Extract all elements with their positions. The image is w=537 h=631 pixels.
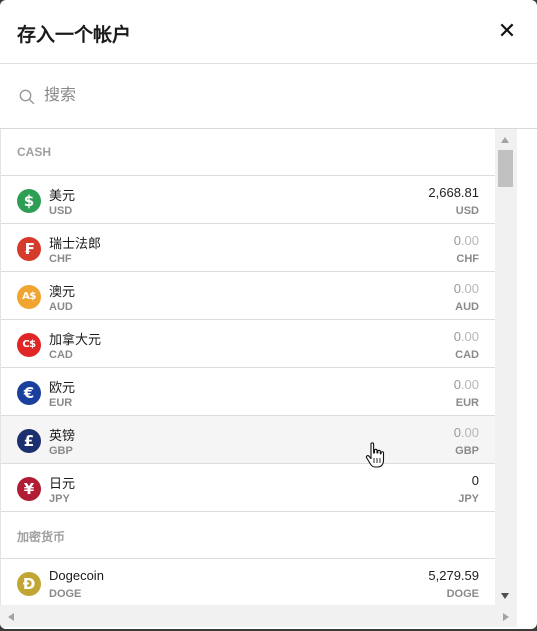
account-name: 澳元 xyxy=(49,284,76,299)
deposit-account-dialog: 存入一个帐户 ✕ CASH $ 美元 USD 2,668.81 USD ₣ 瑞士法郎 CHF 0.… xyxy=(0,0,537,629)
account-row-eur[interactable]: € 欧元 EUR 0.00 EUR xyxy=(1,368,495,416)
balance-integer: 5,279.59 xyxy=(428,568,479,583)
balance-integer: 0 xyxy=(453,377,461,392)
section-header: CASH xyxy=(1,129,495,176)
balance-integer: 0 xyxy=(453,329,461,344)
scroll-up-arrow-icon[interactable] xyxy=(500,136,510,144)
account-row-usd[interactable]: $ 美元 USD 2,668.81 USD xyxy=(1,176,495,224)
close-icon[interactable]: ✕ xyxy=(497,20,517,42)
balance-currency: CAD xyxy=(455,349,479,361)
dollar-icon: $ xyxy=(17,189,41,213)
euro-icon: € xyxy=(17,381,41,405)
account-balance: 0 xyxy=(472,473,479,488)
balance-integer: 0 xyxy=(453,281,461,296)
account-name: 日元 xyxy=(49,476,76,491)
account-balance: 0.00 xyxy=(454,281,479,296)
balance-currency: DOGE xyxy=(446,588,479,600)
account-balance: 0.00 xyxy=(454,329,479,344)
balance-decimals: .00 xyxy=(460,281,479,296)
search-icon xyxy=(19,89,35,105)
vertical-scroll-thumb[interactable] xyxy=(498,150,513,187)
account-row-gbp[interactable]: £ 英镑 GBP 0.00 GBP xyxy=(1,416,495,464)
account-code: JPY xyxy=(49,493,70,505)
balance-decimals: .00 xyxy=(460,377,479,392)
pound-icon: £ xyxy=(17,429,41,453)
scroll-left-arrow-icon[interactable] xyxy=(7,612,15,622)
balance-decimals: .00 xyxy=(460,329,479,344)
hand-pointer-cursor-icon xyxy=(365,442,385,468)
balance-integer: 0 xyxy=(453,233,461,248)
balance-currency: AUD xyxy=(455,301,479,313)
section-header: 加密货币 xyxy=(1,512,495,559)
balance-integer: 2,668.81 xyxy=(428,185,479,200)
horizontal-scrollbar[interactable] xyxy=(0,605,517,627)
account-code: EUR xyxy=(49,397,73,409)
account-balance: 0.00 xyxy=(454,377,479,392)
balance-decimals: .00 xyxy=(460,425,479,440)
account-name: 瑞士法郎 xyxy=(49,236,102,251)
balance-currency: USD xyxy=(455,205,479,217)
dogecoin-icon: Ð xyxy=(17,572,41,596)
vertical-scrollbar[interactable] xyxy=(495,129,517,605)
account-name: 美元 xyxy=(49,188,76,203)
dialog-header: 存入一个帐户 ✕ xyxy=(0,0,537,64)
account-row-doge[interactable]: Ð Dogecoin DOGE 5,279.59 DOGE xyxy=(1,559,495,605)
account-name: 英镑 xyxy=(49,428,76,443)
account-code: GBP xyxy=(49,445,73,457)
account-balance: 0.00 xyxy=(454,233,479,248)
franc-icon: ₣ xyxy=(17,237,41,261)
account-name: 欧元 xyxy=(49,380,76,395)
account-row-jpy[interactable]: ¥ 日元 JPY 0 JPY xyxy=(1,464,495,512)
account-balance: 2,668.81 xyxy=(428,185,479,200)
account-code: AUD xyxy=(49,301,73,313)
account-balance: 5,279.59 xyxy=(428,568,479,583)
balance-currency: EUR xyxy=(455,397,479,409)
balance-integer: 0 xyxy=(453,425,461,440)
account-code: USD xyxy=(49,205,73,217)
search-bar xyxy=(0,64,537,129)
balance-integer: 0 xyxy=(471,473,479,488)
account-code: CAD xyxy=(49,349,73,361)
balance-decimals: .00 xyxy=(460,233,479,248)
account-code: CHF xyxy=(49,253,72,265)
search-input[interactable] xyxy=(44,84,504,108)
balance-currency: GBP xyxy=(455,445,479,457)
scroll-right-arrow-icon[interactable] xyxy=(502,612,510,622)
dialog-title: 存入一个帐户 xyxy=(17,25,132,46)
account-row-cad[interactable]: C$ 加拿大元 CAD 0.00 CAD xyxy=(1,320,495,368)
balance-currency: JPY xyxy=(458,493,479,505)
balance-currency: CHF xyxy=(456,253,479,265)
account-name: Dogecoin xyxy=(49,568,104,583)
account-row-aud[interactable]: A$ 澳元 AUD 0.00 AUD xyxy=(1,272,495,320)
account-list[interactable]: CASH $ 美元 USD 2,668.81 USD ₣ 瑞士法郎 CHF 0.00 CHF A$ 澳元… xyxy=(0,129,495,605)
account-code: DOGE xyxy=(49,588,82,600)
account-balance: 0.00 xyxy=(454,425,479,440)
scroll-down-arrow-icon[interactable] xyxy=(500,592,510,600)
cad-icon: C$ xyxy=(17,333,41,357)
aud-icon: A$ xyxy=(17,285,41,309)
account-name: 加拿大元 xyxy=(49,332,102,347)
account-row-chf[interactable]: ₣ 瑞士法郎 CHF 0.00 CHF xyxy=(1,224,495,272)
yen-icon: ¥ xyxy=(17,477,41,501)
